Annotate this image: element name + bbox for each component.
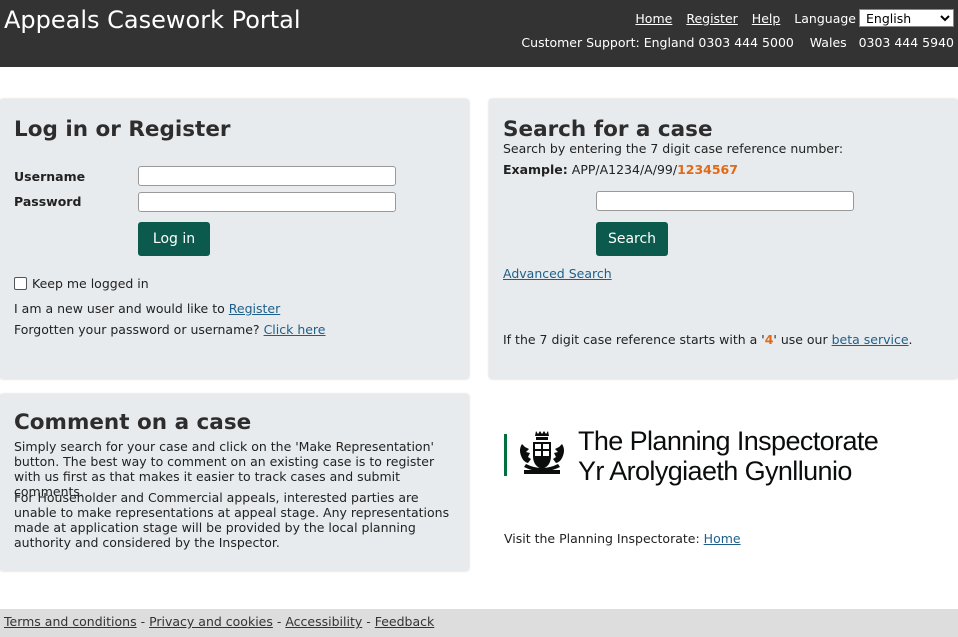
visit-text: Visit the Planning Inspectorate:: [504, 531, 700, 546]
forgot-line: Forgotten your password or username? Cli…: [14, 322, 326, 337]
username-input[interactable]: [138, 166, 396, 186]
beta-text-1: If the 7 digit case reference starts wit…: [503, 332, 765, 347]
footer-separator: -: [362, 614, 375, 629]
beta-service-line: If the 7 digit case reference starts wit…: [503, 332, 913, 347]
forgot-link[interactable]: Click here: [264, 322, 326, 337]
visit-inspectorate-line: Visit the Planning Inspectorate: Home: [504, 531, 741, 546]
royal-crest-icon: [520, 431, 564, 474]
case-search-input[interactable]: [596, 191, 854, 211]
search-button[interactable]: Search: [596, 222, 668, 256]
accessibility-link[interactable]: Accessibility: [285, 614, 362, 629]
example-prefix: APP/A1234/A/99/: [571, 162, 678, 177]
nav-register-link[interactable]: Register: [686, 11, 737, 26]
comment-paragraph-2: For Householder and Commercial appeals, …: [14, 490, 450, 550]
language-label: Language: [794, 10, 856, 26]
new-user-line: I am a new user and would like to Regist…: [14, 301, 280, 316]
language-select[interactable]: English: [859, 9, 954, 27]
login-panel: Log in or Register Username Password Log…: [0, 99, 469, 379]
terms-link[interactable]: Terms and conditions: [4, 614, 137, 629]
beta-service-link[interactable]: beta service: [832, 332, 909, 347]
search-panel: Search for a case Search by entering the…: [489, 99, 958, 379]
footer-separator: -: [136, 614, 150, 629]
search-instruction: Search by entering the 7 digit case refe…: [503, 141, 844, 156]
logo-line-welsh: Yr Arolygiaeth Gynllunio: [578, 456, 852, 486]
footer-separator: -: [272, 614, 286, 629]
example-label: Example:: [503, 162, 568, 177]
customer-support-text: Customer Support: England 0303 444 5000 …: [521, 35, 954, 50]
logo-text: The Planning Inspectorate Yr Arolygiaeth…: [578, 426, 879, 486]
comment-heading: Comment on a case: [14, 410, 252, 435]
register-link[interactable]: Register: [229, 301, 280, 316]
inspectorate-home-link[interactable]: Home: [704, 531, 741, 546]
beta-text-3: .: [908, 332, 913, 347]
login-button[interactable]: Log in: [138, 222, 210, 256]
footer-links: Terms and conditions - Privacy and cooki…: [4, 614, 434, 629]
forgot-text: Forgotten your password or username?: [14, 322, 260, 337]
nav-help-link[interactable]: Help: [752, 11, 781, 26]
search-heading: Search for a case: [503, 117, 713, 142]
search-example: Example: APP/A1234/A/99/1234567: [503, 162, 738, 177]
password-input[interactable]: [138, 192, 396, 212]
new-user-text: I am a new user and would like to: [14, 301, 225, 316]
example-number: 1234567: [677, 162, 738, 177]
site-header: Appeals Casework Portal Home Register He…: [0, 0, 958, 67]
beta-text-2: ' use our: [773, 332, 828, 347]
nav-home-link[interactable]: Home: [635, 11, 672, 26]
login-heading: Log in or Register: [14, 117, 231, 142]
feedback-link[interactable]: Feedback: [375, 614, 435, 629]
app-title: Appeals Casework Portal: [4, 6, 301, 34]
username-label: Username: [14, 169, 86, 184]
top-navigation: Home Register Help Language English: [621, 9, 954, 27]
planning-inspectorate-logo: The Planning Inspectorate Yr Arolygiaeth…: [504, 426, 924, 486]
logo-accent-bar: [504, 434, 507, 476]
keep-logged-in-checkbox[interactable]: [14, 277, 27, 290]
comment-panel: Comment on a case Simply search for your…: [0, 394, 469, 571]
keep-logged-in-label: Keep me logged in: [32, 276, 149, 291]
privacy-link[interactable]: Privacy and cookies: [149, 614, 273, 629]
logo-line-english: The Planning Inspectorate: [578, 426, 879, 456]
advanced-search-link[interactable]: Advanced Search: [503, 266, 612, 281]
password-label: Password: [14, 194, 82, 209]
site-footer: Terms and conditions - Privacy and cooki…: [0, 609, 958, 637]
